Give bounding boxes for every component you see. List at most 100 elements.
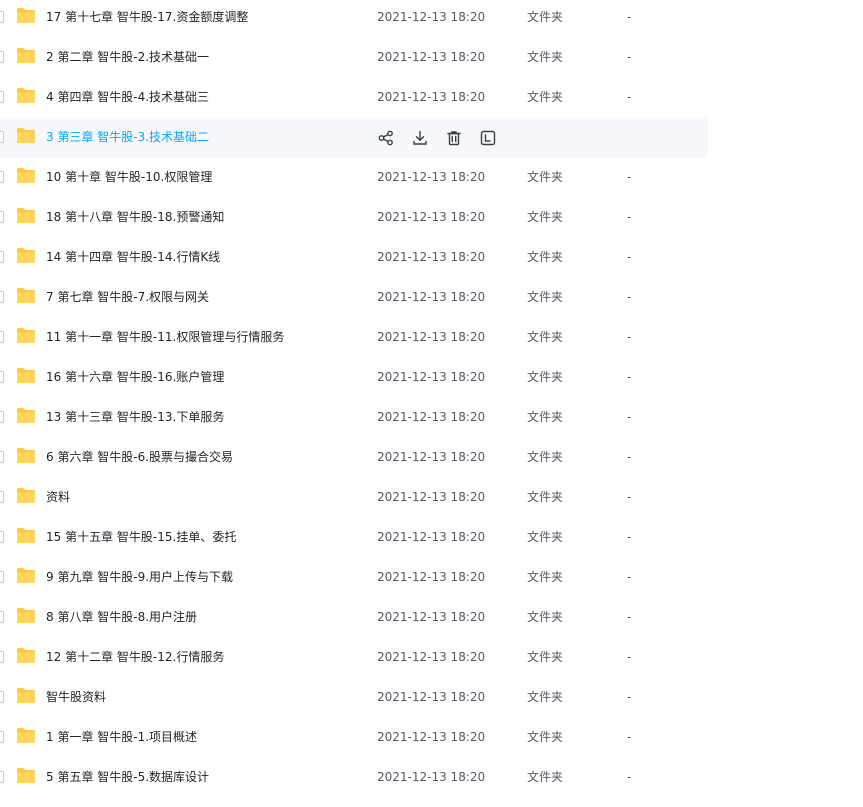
file-row[interactable]: 2 第二章 智牛股-2.技术基础一 2021-12-13 18:20 文件夹 - [0,38,708,78]
file-row[interactable]: 14 第十四章 智牛股-14.行情K线 2021-12-13 18:20 文件夹 - [0,238,708,278]
file-row[interactable]: 智牛股资料 2021-12-13 18:20 文件夹 - [0,678,708,718]
file-row[interactable]: 6 第六章 智牛股-6.股票与撮合交易 2021-12-13 18:20 文件夹 - [0,438,708,478]
file-type: 文件夹 [527,610,564,624]
row-checkbox[interactable] [0,451,4,463]
modified-date: 2021-12-13 18:20 [377,330,486,344]
row-checkbox[interactable] [0,651,4,663]
folder-icon [16,327,36,344]
file-size: - [627,770,632,784]
file-type: 文件夹 [527,730,564,744]
file-name[interactable]: 5 第五章 智牛股-5.数据库设计 [46,769,209,785]
file-name[interactable]: 2 第二章 智牛股-2.技术基础一 [46,49,209,65]
modified-date: 2021-12-13 18:20 [377,410,486,424]
file-name[interactable]: 1 第一章 智牛股-1.项目概述 [46,729,197,745]
row-checkbox[interactable] [0,251,4,263]
row-checkbox[interactable] [0,331,4,343]
file-row[interactable]: 9 第九章 智牛股-9.用户上传与下载 2021-12-13 18:20 文件夹 - [0,558,708,598]
file-row[interactable]: 3 第三章 智牛股-3.技术基础二 [0,118,708,158]
file-row[interactable]: 13 第十三章 智牛股-13.下单服务 2021-12-13 18:20 文件夹 - [0,398,708,438]
row-checkbox[interactable] [0,571,4,583]
file-row[interactable]: 12 第十二章 智牛股-12.行情服务 2021-12-13 18:20 文件夹 - [0,638,708,678]
file-row[interactable]: 资料 2021-12-13 18:20 文件夹 - [0,478,708,518]
row-checkbox[interactable] [0,691,4,703]
file-size: - [627,250,632,264]
file-name[interactable]: 12 第十二章 智牛股-12.行情服务 [46,649,224,665]
file-row[interactable]: 17 第十七章 智牛股-17.资金额度调整 2021-12-13 18:20 文件夹… [0,0,708,38]
file-row[interactable]: 1 第一章 智牛股-1.项目概述 2021-12-13 18:20 文件夹 - [0,718,708,758]
file-name[interactable]: 14 第十四章 智牛股-14.行情K线 [46,249,220,265]
file-name[interactable]: 9 第九章 智牛股-9.用户上传与下载 [46,569,233,585]
modified-date: 2021-12-13 18:20 [377,450,486,464]
file-name[interactable]: 8 第八章 智牛股-8.用户注册 [46,609,197,625]
modified-date: 2021-12-13 18:20 [377,250,486,264]
row-checkbox[interactable] [0,211,4,223]
row-checkbox[interactable] [0,371,4,383]
file-name[interactable]: 17 第十七章 智牛股-17.资金额度调整 [46,9,248,25]
file-name[interactable]: 资料 [46,489,70,505]
folder-icon [16,207,36,224]
row-checkbox[interactable] [0,411,4,423]
row-checkbox[interactable] [0,11,4,23]
file-name[interactable]: 3 第三章 智牛股-3.技术基础二 [46,129,209,145]
modified-date: 2021-12-13 18:20 [377,730,486,744]
file-type: 文件夹 [527,450,564,464]
file-size: - [627,330,632,344]
row-checkbox[interactable] [0,291,4,303]
file-type: 文件夹 [527,10,564,24]
row-checkbox[interactable] [0,771,4,783]
file-name[interactable]: 6 第六章 智牛股-6.股票与撮合交易 [46,449,233,465]
row-checkbox[interactable] [0,131,4,143]
file-name[interactable]: 10 第十章 智牛股-10.权限管理 [46,169,212,185]
folder-icon [16,127,36,144]
file-row[interactable]: 18 第十八章 智牛股-18.预警通知 2021-12-13 18:20 文件夹 - [0,198,708,238]
file-name[interactable]: 18 第十八章 智牛股-18.预警通知 [46,209,224,225]
file-size: - [627,690,632,704]
file-type: 文件夹 [527,650,564,664]
folder-icon [16,447,36,464]
modified-date: 2021-12-13 18:20 [377,170,486,184]
row-checkbox[interactable] [0,91,4,103]
file-size: - [627,290,632,304]
file-row[interactable]: 4 第四章 智牛股-4.技术基础三 2021-12-13 18:20 文件夹 - [0,78,708,118]
file-row[interactable]: 11 第十一章 智牛股-11.权限管理与行情服务 2021-12-13 18:20… [0,318,708,358]
folder-icon [16,687,36,704]
file-name[interactable]: 13 第十三章 智牛股-13.下单服务 [46,409,224,425]
modified-date: 2021-12-13 18:20 [377,10,486,24]
folder-icon [16,167,36,184]
modified-date: 2021-12-13 18:20 [377,610,486,624]
file-row[interactable]: 15 第十五章 智牛股-15.挂单、委托 2021-12-13 18:20 文件夹 - [0,518,708,558]
file-name[interactable]: 4 第四章 智牛股-4.技术基础三 [46,89,209,105]
share-icon[interactable] [377,129,395,147]
file-type: 文件夹 [527,90,564,104]
file-name[interactable]: 智牛股资料 [46,689,106,705]
file-type: 文件夹 [527,570,564,584]
file-row[interactable]: 16 第十六章 智牛股-16.账户管理 2021-12-13 18:20 文件夹 - [0,358,708,398]
modified-date: 2021-12-13 18:20 [377,690,486,704]
file-row[interactable]: 7 第七章 智牛股-7.权限与网关 2021-12-13 18:20 文件夹 - [0,278,708,318]
trash-icon[interactable] [445,129,463,147]
row-checkbox[interactable] [0,51,4,63]
row-checkbox[interactable] [0,731,4,743]
folder-icon [16,527,36,544]
row-checkbox[interactable] [0,491,4,503]
file-type: 文件夹 [527,410,564,424]
file-name[interactable]: 16 第十六章 智牛股-16.账户管理 [46,369,224,385]
file-type: 文件夹 [527,690,564,704]
file-type: 文件夹 [527,170,564,184]
file-row[interactable]: 5 第五章 智牛股-5.数据库设计 2021-12-13 18:20 文件夹 - [0,758,708,798]
modified-date: 2021-12-13 18:20 [377,770,486,784]
file-row[interactable]: 10 第十章 智牛股-10.权限管理 2021-12-13 18:20 文件夹 - [0,158,708,198]
modified-date: 2021-12-13 18:20 [377,210,486,224]
download-icon[interactable] [411,129,429,147]
modified-date: 2021-12-13 18:20 [377,490,486,504]
file-name[interactable]: 15 第十五章 智牛股-15.挂单、委托 [46,529,236,545]
text-box-icon[interactable] [479,129,497,147]
file-name[interactable]: 11 第十一章 智牛股-11.权限管理与行情服务 [46,329,284,345]
modified-date: 2021-12-13 18:20 [377,570,486,584]
folder-icon [16,647,36,664]
file-row[interactable]: 8 第八章 智牛股-8.用户注册 2021-12-13 18:20 文件夹 - [0,598,708,638]
row-checkbox[interactable] [0,611,4,623]
row-checkbox[interactable] [0,531,4,543]
row-checkbox[interactable] [0,171,4,183]
file-name[interactable]: 7 第七章 智牛股-7.权限与网关 [46,289,209,305]
